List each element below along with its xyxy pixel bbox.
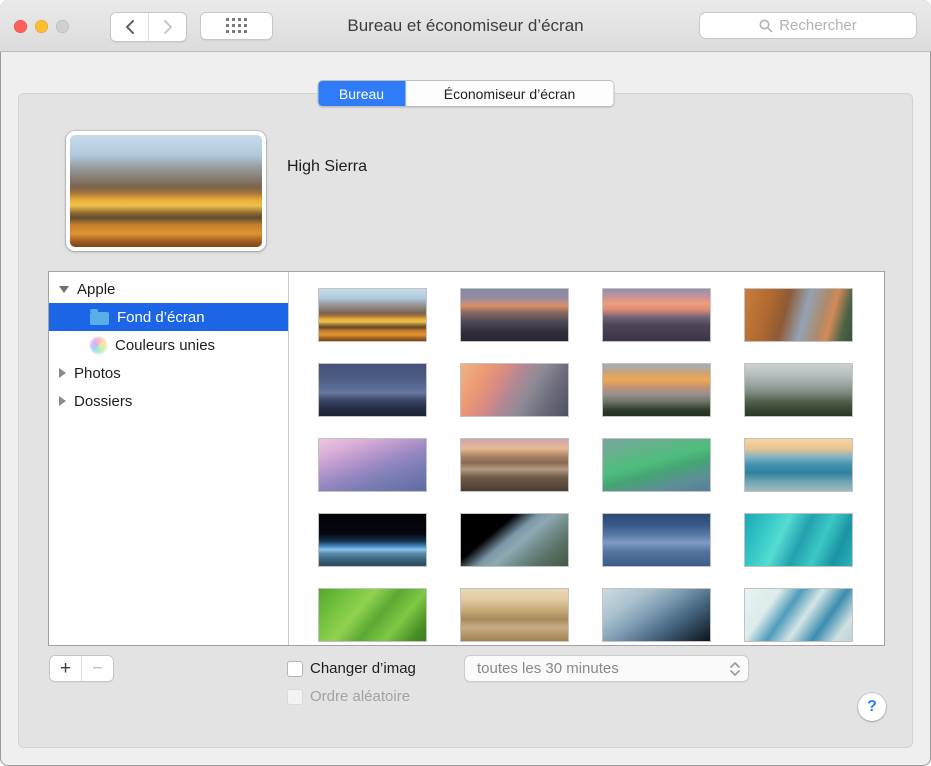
wallpaper-thumbnail-earth-and-moon[interactable] <box>318 513 427 567</box>
tab-bureau[interactable]: Bureau <box>318 81 405 106</box>
random-order-checkbox[interactable] <box>287 689 303 705</box>
disclosure-collapsed-icon[interactable] <box>59 368 66 378</box>
wallpaper-thumbnail-frozen-river[interactable] <box>744 588 853 642</box>
sidebar-item-label: Dossiers <box>74 393 132 410</box>
tab-box: High Sierra Apple Fond d’écran Couleurs … <box>18 93 913 748</box>
add-remove-control: + − <box>49 655 114 682</box>
tab-economiseur[interactable]: Économiseur d’écran <box>405 81 613 106</box>
interval-select[interactable]: toutes les 30 minutes <box>464 655 749 682</box>
wallpaper-thumbnail-yosemite-lake-rocks[interactable] <box>460 438 569 492</box>
current-wallpaper-preview[interactable] <box>66 131 266 251</box>
disclosure-expanded-icon[interactable] <box>59 286 69 293</box>
sidebar-item-label: Couleurs unies <box>115 337 215 354</box>
interval-value: toutes les 30 minutes <box>477 660 619 677</box>
wallpaper-thumbnail-turquoise-sea[interactable] <box>744 513 853 567</box>
tab-control: Bureau Économiseur d’écran <box>317 80 614 107</box>
wallpaper-grid <box>289 272 884 645</box>
wallpaper-thumbnail-el-capitan-clouds[interactable] <box>602 363 711 417</box>
minimize-window-button[interactable] <box>35 20 48 33</box>
back-button[interactable] <box>111 13 148 41</box>
pane-content: High Sierra Apple Fond d’écran Couleurs … <box>0 52 931 766</box>
window-controls <box>14 20 69 33</box>
wallpaper-thumbnail-yosemite-night[interactable] <box>318 363 427 417</box>
wallpaper-thumbnail-earth-horizon[interactable] <box>460 513 569 567</box>
wallpaper-thumbnail-misty-blue-ridges[interactable] <box>602 588 711 642</box>
help-button[interactable]: ? <box>858 693 886 721</box>
wallpaper-thumbnail-milky-way[interactable] <box>602 513 711 567</box>
search-placeholder: Rechercher <box>779 17 857 34</box>
wallpaper-thumbnail-el-capitan-valley[interactable] <box>744 288 853 342</box>
title-bar: Bureau et économiseur d’écran Rechercher <box>0 0 931 52</box>
chevron-left-icon <box>124 20 136 34</box>
change-picture-label[interactable]: Changer d’imag <box>310 660 416 677</box>
wallpaper-thumbnail-golden-fog-forest[interactable] <box>460 588 569 642</box>
sidebar-item-label: Apple <box>77 281 115 298</box>
wallpaper-thumbnail-green-wave[interactable] <box>602 438 711 492</box>
navigation-buttons <box>110 12 187 42</box>
sidebar-item-label: Fond d’écran <box>117 309 205 326</box>
sidebar-item-fond-decran[interactable]: Fond d’écran <box>49 303 288 331</box>
show-all-preferences-button[interactable] <box>200 12 273 40</box>
folder-icon <box>90 312 109 325</box>
disclosure-collapsed-icon[interactable] <box>59 396 66 406</box>
stepper-chevrons-icon <box>730 662 740 676</box>
wallpaper-thumbnail-sierra-dusk-peak[interactable] <box>460 288 569 342</box>
search-input[interactable]: Rechercher <box>699 12 917 39</box>
sidebar-item-photos[interactable]: Photos <box>49 359 288 387</box>
sidebar-item-apple[interactable]: Apple <box>49 275 288 303</box>
color-wheel-icon <box>90 337 107 354</box>
sidebar-item-couleurs-unies[interactable]: Couleurs unies <box>49 331 288 359</box>
wallpaper-thumbnail-yosemite-fog-forest[interactable] <box>744 363 853 417</box>
current-wallpaper-image <box>70 135 262 247</box>
remove-folder-button[interactable]: − <box>81 656 113 681</box>
add-folder-button[interactable]: + <box>50 656 81 681</box>
change-picture-row: Changer d’imag <box>287 660 416 677</box>
sidebar-item-label: Photos <box>74 365 121 382</box>
wallpaper-browser: Apple Fond d’écran Couleurs unies Photos <box>48 271 885 646</box>
wallpaper-thumbnail-sierra-sunset-clouds[interactable] <box>602 288 711 342</box>
wallpaper-thumbnail-high-sierra[interactable] <box>318 288 427 342</box>
search-icon <box>759 19 773 33</box>
chevron-right-icon <box>162 20 174 34</box>
wallpaper-thumbnail-half-dome-dusk[interactable] <box>318 438 427 492</box>
grid-icon <box>226 18 248 34</box>
wallpaper-thumbnail-green-rice-fields[interactable] <box>318 588 427 642</box>
wallpaper-thumbnail-blue-wave-sunset[interactable] <box>744 438 853 492</box>
close-window-button[interactable] <box>14 20 27 33</box>
current-wallpaper-name: High Sierra <box>287 158 367 176</box>
change-picture-checkbox[interactable] <box>287 661 303 677</box>
sidebar-item-dossiers[interactable]: Dossiers <box>49 387 288 415</box>
preferences-window: Bureau et économiseur d’écran Rechercher… <box>0 0 931 766</box>
wallpaper-thumbnail-half-dome-sunset[interactable] <box>460 363 569 417</box>
zoom-window-button[interactable] <box>56 20 69 33</box>
forward-button[interactable] <box>148 13 186 41</box>
random-order-row: Ordre aléatoire <box>287 688 410 705</box>
source-sidebar: Apple Fond d’écran Couleurs unies Photos <box>49 272 289 645</box>
random-order-label: Ordre aléatoire <box>310 688 410 705</box>
